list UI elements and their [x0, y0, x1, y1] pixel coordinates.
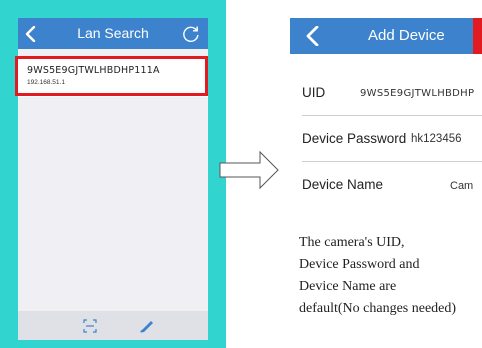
back-arrow-icon[interactable] [306, 25, 320, 51]
device-name-label: Device Name [302, 177, 384, 192]
arrow-icon [218, 150, 282, 195]
caption-line: Device Name are [299, 279, 397, 294]
device-name-field[interactable]: Cam [450, 180, 473, 192]
edit-icon[interactable] [139, 318, 154, 338]
save-button[interactable] [473, 18, 482, 54]
password-field[interactable]: hk123456 [411, 133, 462, 145]
password-row[interactable]: Device Password hk123456 [290, 116, 482, 162]
highlight-box [15, 56, 208, 96]
lan-search-header: Lan Search [18, 18, 208, 49]
refresh-icon[interactable] [182, 25, 200, 48]
add-device-form: UID 9WS5E9GJTWLHBDHP Device Password hk1… [290, 66, 482, 206]
lan-search-screen: Lan Search 9WS5E9GJTWLHBDHP111A 192.168.… [0, 0, 226, 348]
caption-line: Device Password and [299, 257, 420, 272]
add-device-icon[interactable] [83, 319, 97, 338]
back-arrow-icon[interactable] [24, 25, 38, 47]
add-device-title: Add Device [368, 27, 445, 44]
caption-line: The camera's UID, [299, 235, 405, 250]
uid-field[interactable]: 9WS5E9GJTWLHBDHP [360, 88, 474, 99]
password-label: Device Password [302, 131, 407, 146]
device-ip: 192.168.51.1 [27, 79, 65, 86]
lan-search-toolbar [18, 311, 208, 340]
device-name-row[interactable]: Device Name Cam [290, 162, 482, 208]
uid-label: UID [302, 85, 326, 100]
add-device-header: Add Device [290, 18, 482, 54]
uid-row[interactable]: UID 9WS5E9GJTWLHBDHP [290, 70, 482, 116]
caption-line: default(No changes needed) [299, 301, 457, 316]
device-uid: 9WS5E9GJTWLHBDHP111A [27, 65, 160, 76]
caption: The camera's UID, Device Password and De… [299, 232, 482, 320]
lan-search-title: Lan Search [77, 25, 149, 41]
